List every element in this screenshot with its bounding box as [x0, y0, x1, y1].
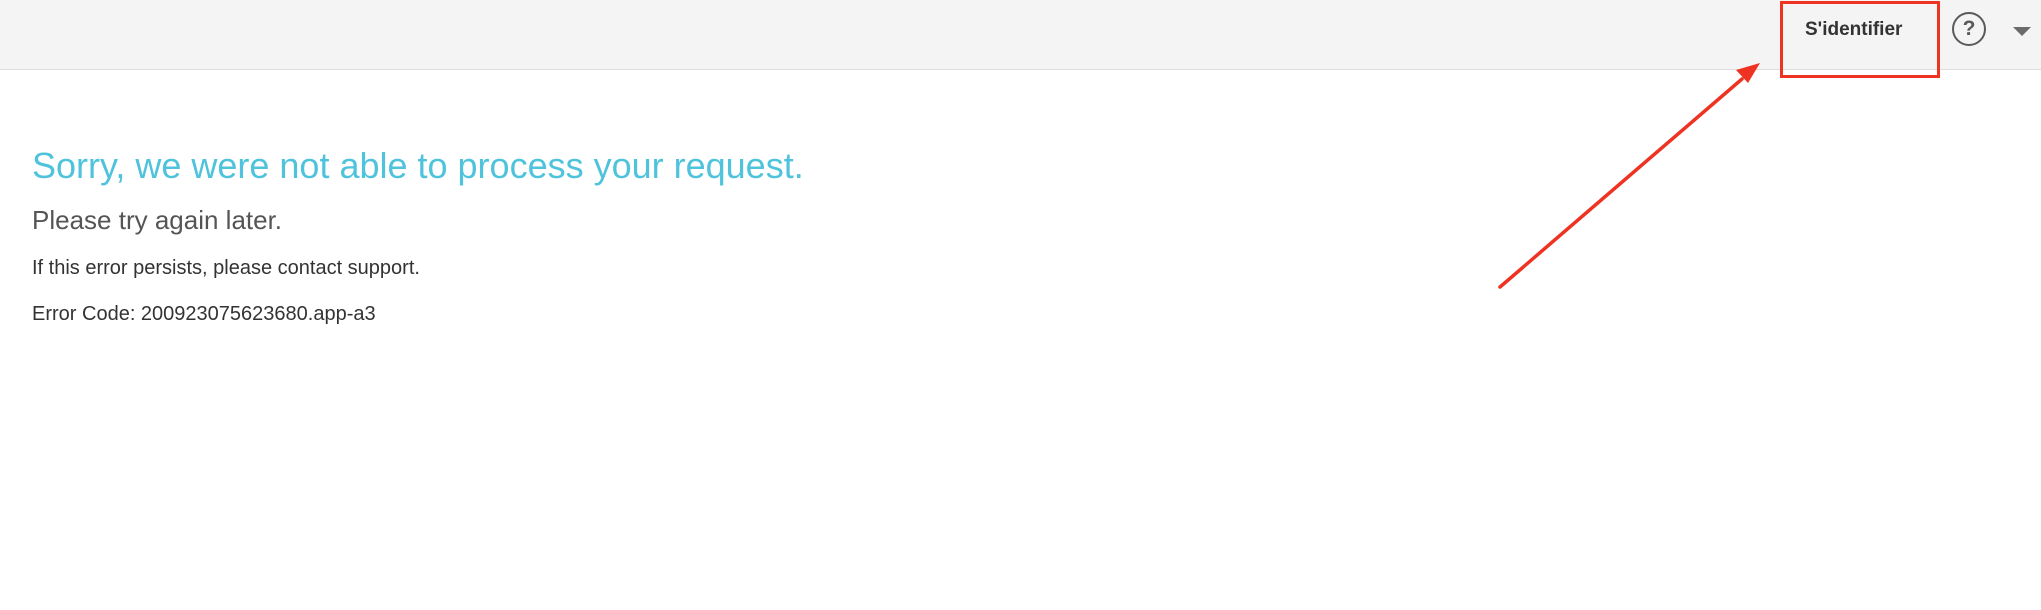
error-subtitle: Please try again later. [32, 205, 283, 235]
error-persist-message: If this error persists, please contact s… [32, 257, 420, 279]
error-title: Sorry, we were not able to process your … [32, 145, 804, 186]
error-content: Sorry, we were not able to process your … [32, 142, 804, 328]
error-code: Error Code: 200923075623680.app-a3 [32, 303, 376, 325]
